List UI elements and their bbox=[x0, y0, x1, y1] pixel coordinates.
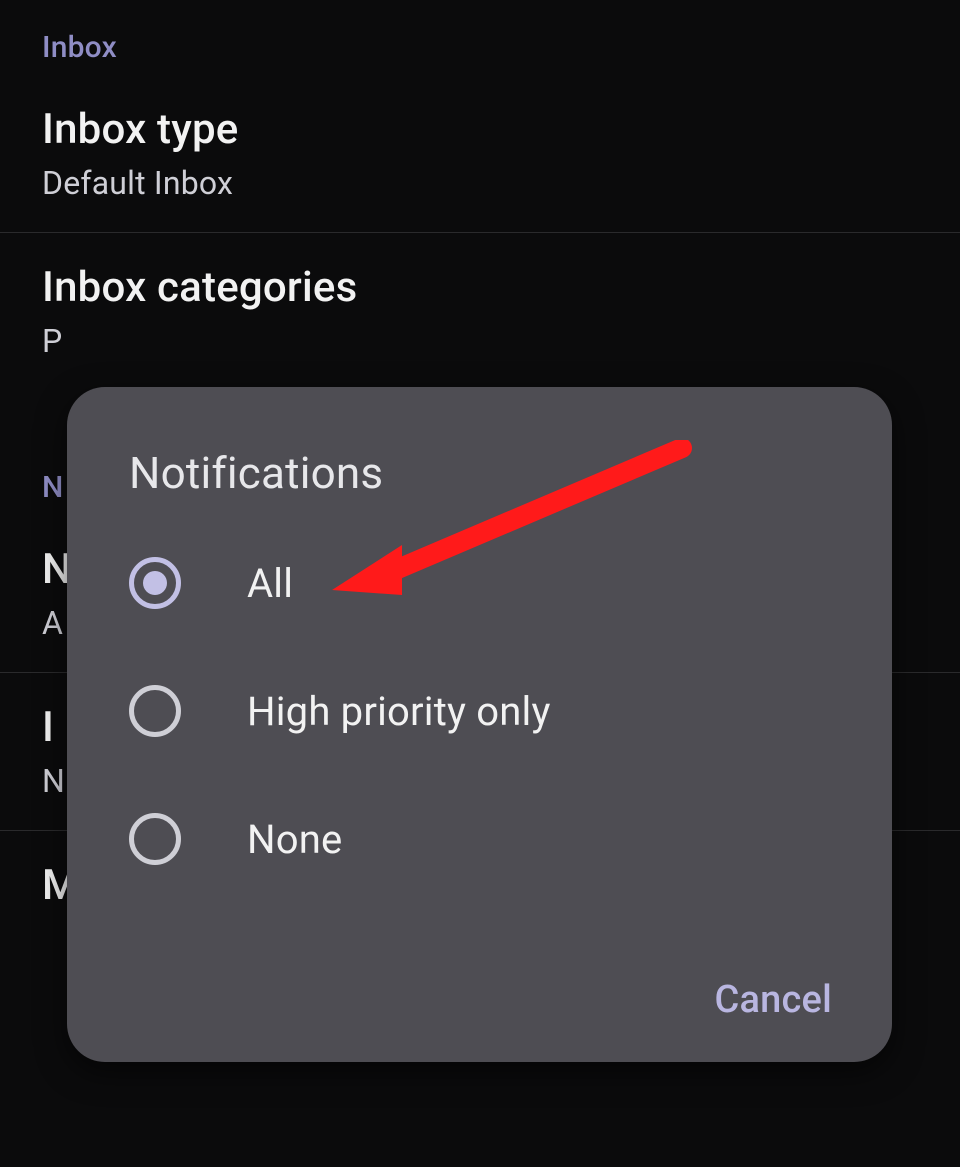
setting-title: Inbox categories bbox=[42, 263, 918, 312]
setting-inbox-categories[interactable]: Inbox categories P bbox=[0, 233, 960, 390]
dialog-actions: Cancel bbox=[714, 978, 832, 1022]
radio-icon bbox=[129, 557, 181, 609]
setting-title: Inbox type bbox=[42, 105, 918, 154]
setting-subtitle: P bbox=[42, 322, 918, 360]
notifications-dialog: Notifications All High priority only Non… bbox=[67, 387, 892, 1062]
radio-label: None bbox=[247, 816, 342, 863]
radio-icon bbox=[129, 685, 181, 737]
radio-option-high-priority[interactable]: High priority only bbox=[67, 647, 892, 775]
radio-option-none[interactable]: None bbox=[67, 775, 892, 903]
radio-label: High priority only bbox=[247, 688, 551, 735]
cancel-button[interactable]: Cancel bbox=[714, 978, 832, 1022]
radio-icon bbox=[129, 813, 181, 865]
section-header-inbox: Inbox bbox=[0, 0, 960, 75]
radio-option-all[interactable]: All bbox=[67, 519, 892, 647]
setting-subtitle: Default Inbox bbox=[42, 164, 918, 202]
dialog-title: Notifications bbox=[67, 387, 892, 519]
radio-label: All bbox=[247, 560, 293, 607]
setting-inbox-type[interactable]: Inbox type Default Inbox bbox=[0, 75, 960, 232]
